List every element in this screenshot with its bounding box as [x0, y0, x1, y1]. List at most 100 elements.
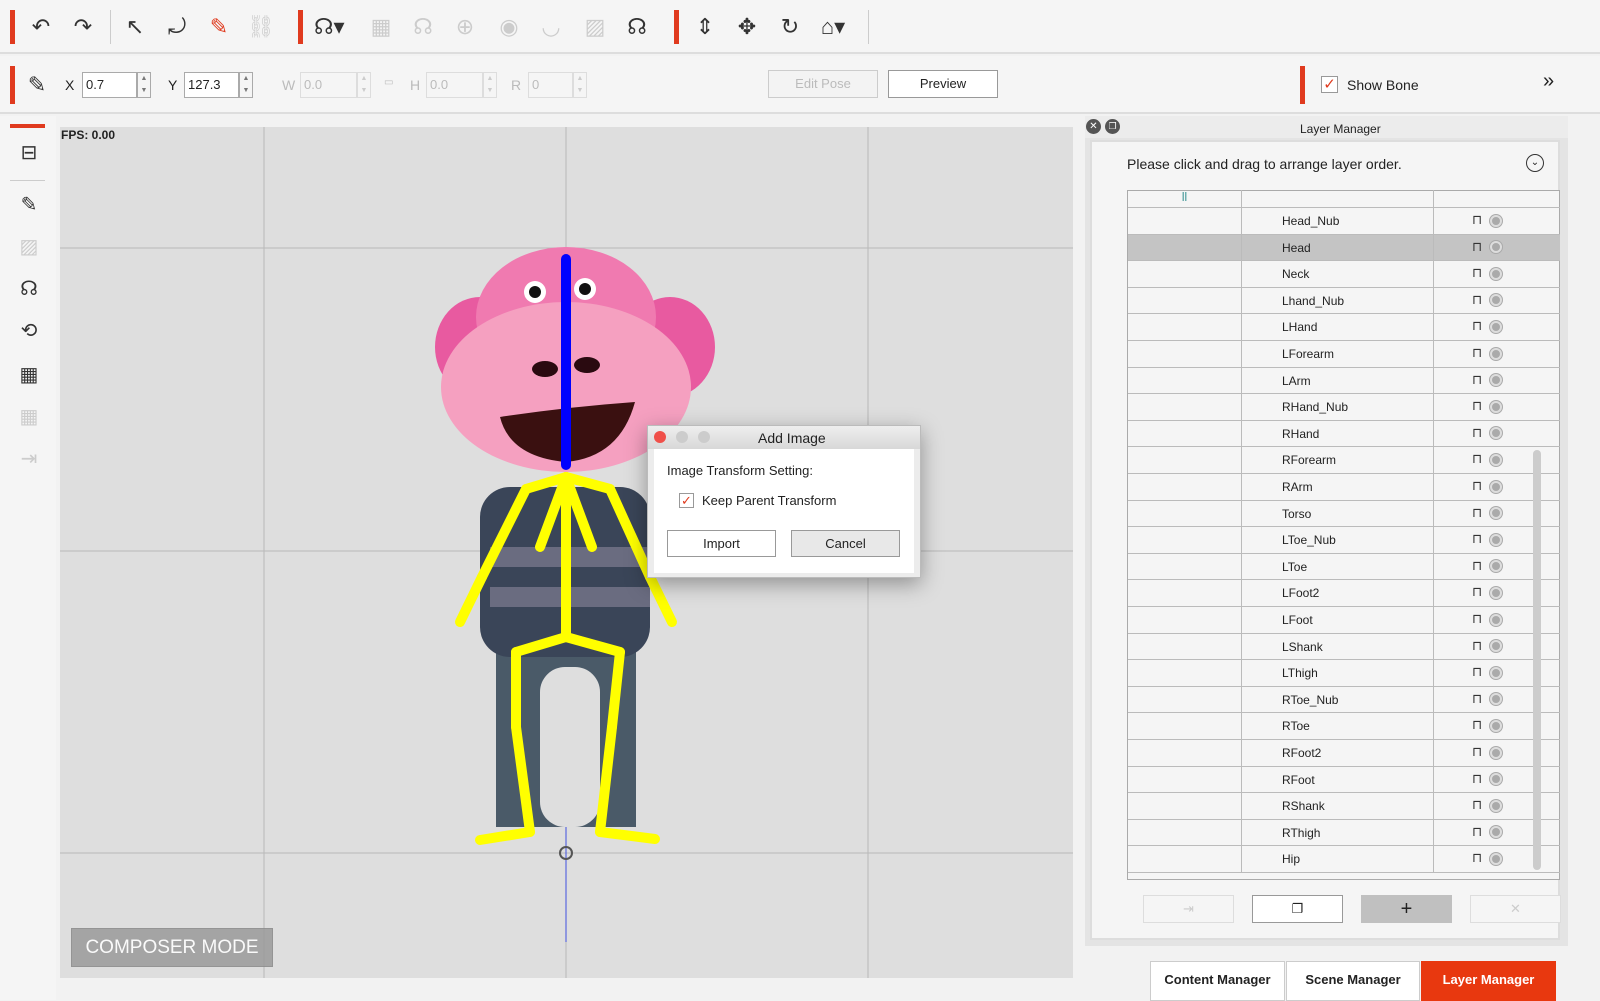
visibility-icon[interactable] [1490, 320, 1503, 333]
lock-icon[interactable]: ⊓ [1472, 239, 1482, 254]
lock-icon[interactable]: ⊓ [1472, 212, 1482, 227]
visibility-icon[interactable] [1490, 267, 1503, 280]
layer-row[interactable]: RFoot ⊓ [1128, 766, 1560, 794]
visibility-icon[interactable] [1490, 560, 1503, 573]
visibility-icon[interactable] [1490, 826, 1503, 839]
lock-icon[interactable]: ⊓ [1472, 638, 1482, 653]
layer-row[interactable]: Head_Nub ⊓ [1128, 208, 1560, 235]
visibility-icon[interactable] [1490, 374, 1503, 387]
lock-icon[interactable]: ⊓ [1472, 292, 1482, 307]
layer-row[interactable]: RToe ⊓ [1128, 713, 1560, 740]
lips-icon[interactable]: ◡ [536, 12, 566, 42]
layer-panel-icon[interactable]: ⊟ [14, 140, 44, 170]
lock-icon[interactable]: ⊓ [1472, 265, 1482, 280]
visibility-icon[interactable] [1490, 746, 1503, 759]
layer-row[interactable]: RThigh ⊓ [1128, 819, 1560, 847]
home-icon[interactable]: ⌂▾ [818, 12, 848, 42]
layer-row[interactable]: LFoot ⊓ [1128, 607, 1560, 634]
duplicate-layer-button[interactable]: ❐ [1252, 895, 1343, 923]
head-remove-icon[interactable]: ☊ [622, 12, 652, 42]
import-button[interactable]: Import [667, 530, 776, 557]
layer-row[interactable]: Head ⊓ [1128, 234, 1560, 262]
r-input[interactable]: 0 [528, 72, 573, 98]
lock-icon[interactable]: ⊓ [1472, 611, 1482, 626]
add-layer-button[interactable]: + [1361, 895, 1452, 923]
layer-scrollbar[interactable] [1533, 450, 1541, 870]
layer-row[interactable]: LHand ⊓ [1128, 314, 1560, 341]
lock-icon[interactable]: ⊓ [1472, 505, 1482, 520]
lock-icon[interactable]: ⊓ [1472, 372, 1482, 387]
visibility-icon[interactable] [1490, 693, 1503, 706]
w-stepper[interactable]: ▲ ▼ [357, 72, 371, 98]
layer-row[interactable]: LShank ⊓ [1128, 633, 1560, 661]
lock-icon[interactable]: ⊓ [1472, 771, 1482, 786]
show-bone-checkbox[interactable]: ✓ [1321, 76, 1338, 93]
visibility-icon[interactable] [1490, 214, 1503, 227]
h-stepper[interactable]: ▲ ▼ [483, 72, 497, 98]
lock-icon[interactable]: ⊓ [1472, 558, 1482, 573]
canvas[interactable]: FPS: 0.00 COMPOSER MODE [60, 127, 1073, 978]
rotate-icon[interactable]: ↻ [775, 12, 805, 42]
visibility-icon[interactable] [1490, 347, 1503, 360]
undo-icon[interactable]: ↶ [26, 12, 56, 42]
lock-icon[interactable]: ⊓ [1472, 850, 1482, 865]
layer-row[interactable]: LForearm ⊓ [1128, 341, 1560, 368]
visibility-icon[interactable] [1490, 533, 1503, 546]
lock-icon[interactable]: ⊓ [1472, 664, 1482, 679]
layer-row[interactable]: LThigh ⊓ [1128, 660, 1560, 687]
panel-close-icon[interactable]: ✕ [1086, 119, 1101, 134]
import-icon[interactable]: ⇥ [14, 446, 44, 476]
tab-content-manager[interactable]: Content Manager [1150, 961, 1285, 1001]
select-arrow-icon[interactable]: ↖ [120, 12, 150, 42]
layer-row[interactable]: Lhand_Nub ⊓ [1128, 287, 1560, 315]
lock-icon[interactable]: ⊓ [1472, 797, 1482, 812]
layer-row[interactable]: Hip ⊓ [1128, 846, 1560, 873]
eye-icon[interactable]: ◉ [494, 12, 524, 42]
lock-icon[interactable]: ⊓ [1472, 584, 1482, 599]
panel-float-icon[interactable]: ❐ [1105, 119, 1120, 134]
bone-edit-icon[interactable]: ✎ [204, 12, 234, 42]
move-icon[interactable]: ✥ [732, 12, 762, 42]
w-input[interactable]: 0.0 [300, 72, 357, 98]
layer-row[interactable]: RToe_Nub ⊓ [1128, 686, 1560, 714]
layer-row[interactable]: RShank ⊓ [1128, 793, 1560, 820]
head-grid-icon[interactable]: ☊ [14, 276, 44, 306]
visibility-icon[interactable] [1490, 400, 1503, 413]
import-layer-button[interactable]: ⇥ [1143, 895, 1234, 923]
lock-icon[interactable]: ⊓ [1472, 318, 1482, 333]
visibility-icon[interactable] [1490, 586, 1503, 599]
head-add-icon[interactable]: ☊▾ [314, 12, 345, 42]
cancel-button[interactable]: Cancel [791, 530, 900, 557]
texture-icon[interactable]: ▨ [580, 12, 610, 42]
visibility-icon[interactable] [1490, 241, 1503, 254]
lock-icon[interactable]: ⊓ [1472, 744, 1482, 759]
lock-icon[interactable]: ⊓ [1472, 691, 1482, 706]
layer-row[interactable]: RHand_Nub ⊓ [1128, 394, 1560, 421]
lock-icon[interactable]: ⊓ [1472, 345, 1482, 360]
lock-icon[interactable]: ⊓ [1472, 824, 1482, 839]
visibility-icon[interactable] [1490, 507, 1503, 520]
lock-icon[interactable]: ⊓ [1472, 451, 1482, 466]
layer-row[interactable]: RFoot2 ⊓ [1128, 740, 1560, 767]
y-input[interactable]: 127.3 [184, 72, 239, 98]
rotate-sprite-icon[interactable]: ⟲ [14, 318, 44, 348]
visibility-icon[interactable] [1490, 799, 1503, 812]
link-icon[interactable]: ⛓ [246, 12, 276, 42]
lock-icon[interactable]: ⊓ [1472, 398, 1482, 413]
h-input[interactable]: 0.0 [426, 72, 483, 98]
minimize-button[interactable] [676, 431, 688, 443]
layer-row[interactable]: RHand ⊓ [1128, 420, 1560, 448]
close-button[interactable] [654, 431, 666, 443]
y-stepper[interactable]: ▲ ▼ [239, 72, 253, 98]
visibility-icon[interactable] [1490, 773, 1503, 786]
layer-row[interactable]: Neck ⊓ [1128, 261, 1560, 288]
layer-row[interactable]: RForearm ⊓ [1128, 447, 1560, 474]
redo-icon[interactable]: ↷ [68, 12, 98, 42]
r-stepper[interactable]: ▲ ▼ [573, 72, 587, 98]
lock-icon[interactable]: ⊓ [1472, 531, 1482, 546]
sprite-grid-dim-icon[interactable]: ▦ [14, 404, 44, 434]
layer-row[interactable]: RArm ⊓ [1128, 474, 1560, 501]
layer-row[interactable]: LFoot2 ⊓ [1128, 580, 1560, 607]
move-vertical-icon[interactable]: ⇕ [690, 12, 720, 42]
tab-scene-manager[interactable]: Scene Manager [1286, 961, 1420, 1001]
